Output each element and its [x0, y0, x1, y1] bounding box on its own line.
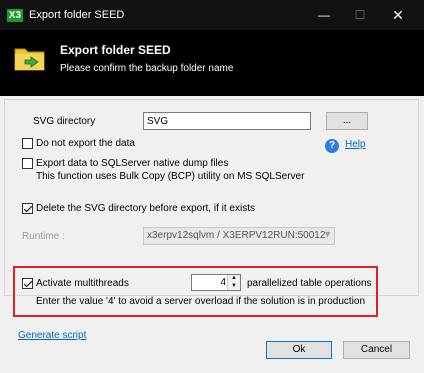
multithread-label: Activate multithreads: [36, 278, 129, 289]
folder-export-icon: [14, 48, 45, 71]
sqlserver-export-description: This function uses Bulk Copy (BCP) utili…: [36, 171, 305, 182]
sqlserver-export-checkbox[interactable]: [22, 158, 33, 169]
delete-svg-checkbox[interactable]: [22, 203, 33, 214]
no-export-label: Do not export the data: [36, 138, 135, 149]
title-bar: X3 Export folder SEED — ☐ ✕: [0, 0, 424, 30]
minimize-icon[interactable]: —: [306, 0, 342, 30]
chevron-down-icon: ▼: [323, 229, 332, 239]
runtime-label: Runtime :: [22, 231, 65, 242]
maximize-icon[interactable]: ☐: [342, 0, 378, 30]
svg-directory-input[interactable]: [143, 112, 311, 130]
svg-directory-label: SVG directory: [33, 116, 96, 127]
no-export-checkbox[interactable]: [22, 138, 33, 149]
header-title: Export folder SEED: [60, 43, 171, 57]
ok-button[interactable]: Ok: [266, 341, 332, 359]
threads-stepper[interactable]: 4 ▲ ▼: [191, 274, 241, 291]
close-icon[interactable]: ✕: [380, 0, 416, 30]
stepper-up-icon[interactable]: ▲: [228, 275, 240, 283]
runtime-value: x3erpv12sqlvm / X3ERPV12RUN:50012: [147, 230, 326, 241]
x3-app-icon: X3: [7, 9, 23, 22]
threads-suffix: parallelized table operations: [247, 278, 372, 289]
help-icon[interactable]: ?: [325, 139, 339, 153]
stepper-down-icon[interactable]: ▼: [228, 283, 240, 291]
header-subtitle: Please confirm the backup folder name: [60, 63, 234, 74]
dialog-header: Export folder SEED Please confirm the ba…: [0, 30, 424, 96]
generate-script-link[interactable]: Generate script: [18, 330, 86, 341]
delete-svg-label: Delete the SVG directory before export, …: [36, 203, 255, 214]
threads-value: 4: [220, 277, 226, 288]
runtime-select: x3erpv12sqlvm / X3ERPV12RUN:50012 ▼: [143, 227, 335, 245]
threads-hint: Enter the value '4' to avoid a server ov…: [36, 296, 366, 307]
stepper-buttons: ▲ ▼: [227, 275, 240, 290]
help-link[interactable]: Help: [345, 139, 366, 150]
window-title: Export folder SEED: [29, 9, 125, 21]
browse-button[interactable]: ...: [326, 112, 368, 130]
multithread-checkbox[interactable]: [22, 278, 33, 289]
sqlserver-export-label: Export data to SQLServer native dump fil…: [36, 158, 229, 169]
cancel-button[interactable]: Cancel: [343, 341, 410, 359]
dialog-body: SVG directory ... Do not export the data…: [0, 96, 424, 373]
